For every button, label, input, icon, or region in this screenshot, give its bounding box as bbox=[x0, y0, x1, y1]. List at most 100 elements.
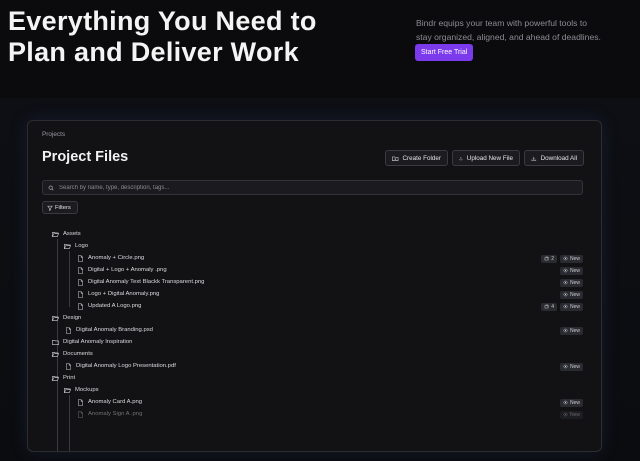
new-badge-label: New bbox=[569, 291, 580, 298]
upload-icon bbox=[459, 156, 463, 160]
file-badges: New bbox=[559, 398, 583, 407]
hero-description-line-2: stay organized, aligned, and ahead of de… bbox=[416, 32, 601, 42]
create-folder-button[interactable]: Create Folder bbox=[385, 150, 448, 166]
filters-label: Filters bbox=[55, 204, 71, 211]
folder-open-icon bbox=[64, 387, 71, 393]
file-name: Anomaly + Circle.png bbox=[88, 255, 145, 261]
new-badge: New bbox=[559, 266, 583, 275]
hero-title-line-2: Plan and Deliver Work bbox=[8, 37, 299, 67]
folder-open-icon bbox=[52, 315, 59, 321]
upload-new-file-label: Upload New File bbox=[466, 154, 513, 162]
file-icon bbox=[78, 410, 83, 418]
folder-name: Logo bbox=[75, 243, 89, 249]
file-badges: 2 New bbox=[541, 254, 583, 263]
file-badges: New bbox=[559, 326, 583, 335]
version-count: 4 bbox=[551, 303, 554, 310]
download-all-button[interactable]: Download All bbox=[524, 150, 584, 166]
new-badge-label: New bbox=[569, 303, 580, 310]
breadcrumb[interactable]: Projects bbox=[42, 131, 65, 138]
start-free-trial-button[interactable]: Start Free Trial bbox=[415, 44, 474, 61]
new-badge: New bbox=[559, 290, 583, 299]
new-badge: New bbox=[559, 302, 583, 311]
tree-folder-logo[interactable]: Logo bbox=[64, 240, 88, 252]
tree-file-row[interactable]: Anomaly + Circle.png bbox=[77, 252, 144, 264]
new-badge: New bbox=[559, 362, 583, 371]
file-icon bbox=[78, 290, 83, 298]
hero-description-line-1: Bindr equips your team with powerful too… bbox=[416, 18, 588, 28]
tree-folder-design[interactable]: Design bbox=[52, 312, 81, 324]
file-tree: Assets Logo Anomaly + Circle.png 2 New D… bbox=[28, 228, 601, 451]
file-icon bbox=[66, 326, 71, 334]
eye-icon bbox=[563, 328, 568, 333]
file-icon bbox=[78, 266, 83, 274]
tree-guide-line bbox=[69, 251, 70, 307]
file-icon bbox=[66, 362, 71, 370]
tree-file-row[interactable]: Anomaly Card A.png bbox=[77, 396, 142, 408]
tree-file-row[interactable]: Digital Anomaly Text Blackk Transparent.… bbox=[77, 276, 204, 288]
tree-file-row[interactable]: Digital + Logo + Anomaly .png bbox=[77, 264, 167, 276]
eye-icon bbox=[563, 268, 568, 273]
new-badge: New bbox=[559, 254, 583, 263]
folder-plus-icon bbox=[392, 156, 399, 161]
search-input[interactable] bbox=[59, 184, 559, 191]
tree-guide-line bbox=[69, 395, 70, 451]
file-badges: New bbox=[559, 266, 583, 275]
tree-folder-inspiration[interactable]: Digital Anomaly Inspiration bbox=[52, 336, 132, 348]
eye-icon bbox=[563, 412, 568, 417]
eye-icon bbox=[563, 304, 568, 309]
version-count-badge: 2 bbox=[541, 254, 557, 263]
eye-icon bbox=[563, 364, 568, 369]
folder-open-icon bbox=[52, 231, 59, 237]
search-icon bbox=[48, 185, 54, 190]
folder-name: Design bbox=[63, 315, 82, 321]
new-badge: New bbox=[559, 326, 583, 335]
download-icon bbox=[531, 156, 537, 161]
search-bar[interactable] bbox=[42, 180, 583, 195]
eye-icon bbox=[563, 256, 568, 261]
file-name: Updated A Logo.png bbox=[88, 303, 142, 309]
tree-folder-assets[interactable]: Assets bbox=[52, 228, 81, 240]
hero-title-line-1: Everything You Need to bbox=[8, 6, 317, 36]
folder-name: Documents bbox=[63, 351, 93, 357]
eye-icon bbox=[563, 400, 568, 405]
stack-icon bbox=[544, 256, 549, 261]
new-badge-label: New bbox=[569, 255, 580, 262]
tree-file-row[interactable]: Digital Anomaly Branding.psd bbox=[65, 324, 153, 336]
file-name: Digital Anomaly Logo Presentation.pdf bbox=[76, 363, 176, 369]
tree-file-row[interactable]: Digital Anomaly Logo Presentation.pdf bbox=[65, 360, 176, 372]
file-icon bbox=[78, 302, 83, 310]
tree-file-row[interactable]: Anomaly Sign A .png bbox=[77, 408, 142, 420]
file-badges: 4 New bbox=[541, 302, 583, 311]
file-name: Anomaly Sign A .png bbox=[88, 411, 143, 417]
hero-title: Everything You Need to Plan and Deliver … bbox=[8, 6, 317, 68]
folder-open-icon bbox=[52, 351, 59, 357]
tree-file-row[interactable]: Updated A Logo.png bbox=[77, 300, 141, 312]
folder-open-icon bbox=[52, 375, 59, 381]
version-count-badge: 4 bbox=[541, 302, 557, 311]
folder-icon bbox=[52, 339, 59, 345]
version-count: 2 bbox=[551, 255, 554, 262]
tree-folder-documents[interactable]: Documents bbox=[52, 348, 93, 360]
file-icon bbox=[78, 398, 83, 406]
new-badge-label: New bbox=[569, 411, 580, 418]
new-badge: New bbox=[559, 278, 583, 287]
eye-icon bbox=[563, 280, 568, 285]
tree-folder-print[interactable]: Print bbox=[52, 372, 75, 384]
tree-folder-mockups[interactable]: Mockups bbox=[64, 384, 99, 396]
stack-icon bbox=[544, 304, 549, 309]
file-badges: New bbox=[559, 278, 583, 287]
file-name: Digital Anomaly Text Blackk Transparent.… bbox=[88, 279, 205, 285]
create-folder-label: Create Folder bbox=[402, 154, 442, 162]
tree-guide-line bbox=[57, 323, 58, 333]
new-badge-label: New bbox=[569, 363, 580, 370]
upload-new-file-button[interactable]: Upload New File bbox=[452, 150, 520, 166]
filter-icon bbox=[47, 205, 53, 211]
new-badge: New bbox=[559, 410, 583, 419]
hero-description: Bindr equips your team with powerful too… bbox=[416, 16, 632, 44]
file-name: Logo + Digital Anomaly.png bbox=[88, 291, 160, 297]
file-badges: New bbox=[559, 362, 583, 371]
tree-file-row[interactable]: Logo + Digital Anomaly.png bbox=[77, 288, 159, 300]
new-badge-label: New bbox=[569, 267, 580, 274]
folder-name: Digital Anomaly Inspiration bbox=[63, 339, 133, 345]
filters-button[interactable]: Filters bbox=[42, 201, 78, 214]
